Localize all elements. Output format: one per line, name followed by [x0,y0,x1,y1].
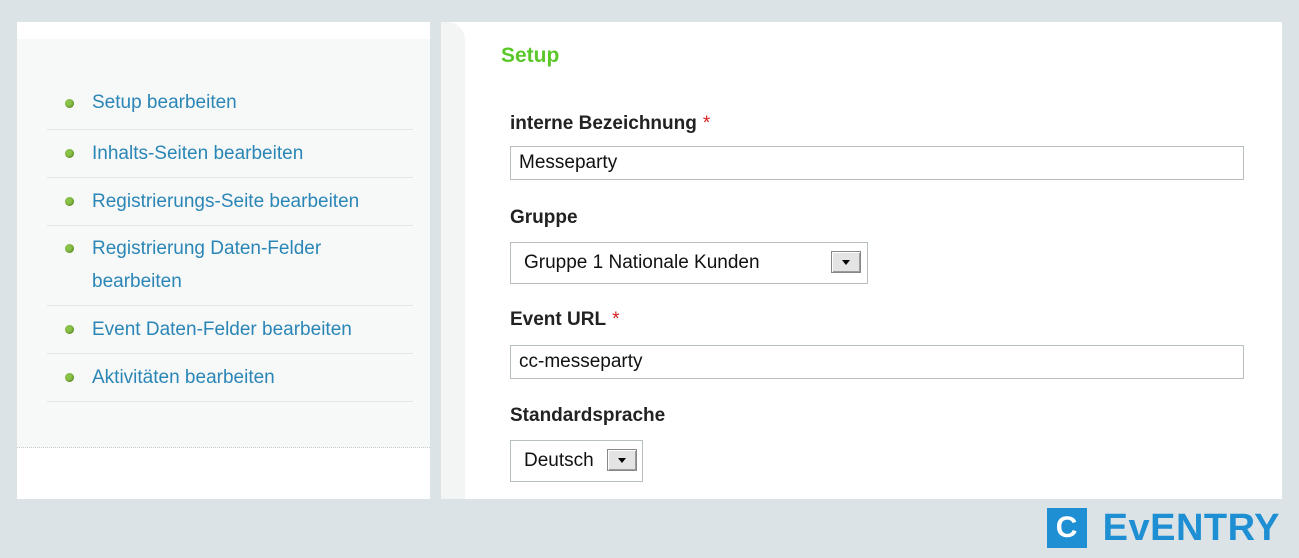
sidebar-item-label: Inhalts-Seiten bearbeiten [92,143,304,164]
bullet-icon [65,373,74,382]
eventry-logo: C EvENTRY [1046,506,1280,549]
sidebar-item-setup[interactable]: Setup bearbeiten [47,87,413,130]
bullet-icon [65,149,74,158]
bullet-icon [65,244,74,253]
group-select[interactable]: Gruppe 1 Nationale Kunden [510,242,868,284]
logo-mark-icon: C [1046,508,1087,548]
dropdown-arrow-icon[interactable] [831,251,861,273]
internal-name-label: interne Bezeichnung * [510,113,710,135]
sidebar-item-activities[interactable]: Aktivitäten bearbeiten [47,354,413,402]
bullet-icon [65,325,74,334]
default-language-label: Standardsprache [510,405,666,426]
group-select-value: Gruppe 1 Nationale Kunden [524,252,760,273]
sidebar-item-label: Registrierungs-Seite bearbeiten [92,191,360,212]
required-marker: * [612,309,620,330]
sidebar-nav: Setup bearbeiten Inhalts-Seiten bearbeit… [47,87,413,402]
default-language-select[interactable]: Deutsch [510,440,643,482]
logo-wordmark: EvENTRY [1102,506,1280,549]
sidebar-item-label: Aktivitäten bearbeiten [92,367,275,388]
sidebar-item-registration-page[interactable]: Registrierungs-Seite bearbeiten [47,178,413,226]
required-marker: * [702,113,711,134]
sidebar-item-event-fields[interactable]: Event Daten-Felder bearbeiten [47,306,413,354]
bullet-icon [65,197,74,206]
sidebar-item-label: Setup bearbeiten [92,92,237,113]
sidebar-item-label: Registrierung Daten-Felder bearbeiten [92,238,322,292]
internal-name-input[interactable] [510,146,1244,180]
event-url-label: Event URL * [510,309,619,331]
sidebar-item-label: Event Daten-Felder bearbeiten [92,319,352,340]
setup-panel: Setup interne Bezeichnung* Gruppe Gruppe… [441,22,1282,499]
language-select-value: Deutsch [524,450,594,471]
section-title: Setup [501,44,560,67]
internal-name-label-text: interne Bezeichnung [510,113,697,134]
panel-tab-edge [441,22,465,499]
sidebar-item-content-pages[interactable]: Inhalts-Seiten bearbeiten [47,130,413,178]
sidebar-item-registration-fields[interactable]: Registrierung Daten-Felder bearbeiten [47,226,413,306]
sidebar: Setup bearbeiten Inhalts-Seiten bearbeit… [17,22,430,499]
dropdown-arrow-icon[interactable] [607,449,637,471]
event-url-label-text: Event URL [510,309,607,330]
group-label: Gruppe [510,207,578,228]
bullet-icon [65,99,74,108]
event-url-input[interactable] [510,345,1244,379]
